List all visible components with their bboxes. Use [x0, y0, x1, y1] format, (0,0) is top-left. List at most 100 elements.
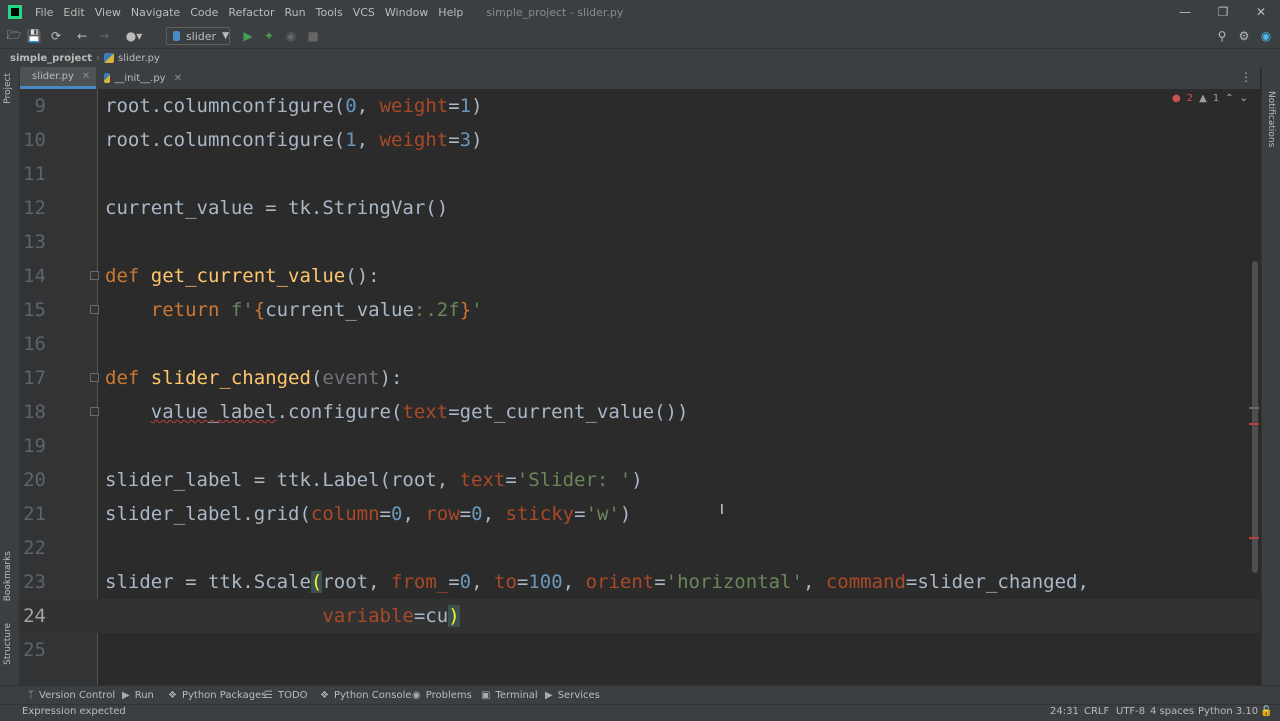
problems-tool[interactable]: ◉ Problems: [412, 686, 472, 705]
line-number: 23: [23, 571, 46, 593]
services-tool[interactable]: ▶ Services: [545, 686, 600, 705]
code-line[interactable]: slider_label.grid(column=0, row=0, stick…: [105, 497, 631, 531]
close-tab-icon[interactable]: ✕: [82, 71, 90, 82]
forward-arrow-icon[interactable]: →: [96, 28, 112, 44]
services-icon: ▶: [545, 690, 553, 701]
code-line[interactable]: variable=cu): [105, 599, 460, 633]
error-icon: ●: [1172, 93, 1181, 104]
line-number: 24: [23, 605, 46, 627]
fold-marker-icon[interactable]: [90, 373, 99, 382]
error-stripe-marker[interactable]: [1249, 537, 1259, 539]
file-encoding[interactable]: UTF-8: [1116, 706, 1145, 717]
code-line[interactable]: current_value = tk.StringVar(): [105, 191, 448, 225]
debug-icon[interactable]: ✦: [261, 28, 277, 44]
menu-edit[interactable]: Edit: [58, 6, 89, 19]
settings-gear-icon[interactable]: ⚙: [1236, 28, 1252, 44]
error-stripe-marker[interactable]: [1249, 423, 1259, 425]
chevron-down-icon[interactable]: ⌄: [1240, 93, 1248, 104]
python-interpreter[interactable]: Python 3.10: [1198, 706, 1258, 717]
line-number: 17: [23, 367, 46, 389]
mouse-ibeam-cursor-icon: I: [720, 503, 724, 518]
restore-icon[interactable]: ❐: [1204, 0, 1242, 24]
close-icon[interactable]: ✕: [1242, 0, 1280, 24]
menu-view[interactable]: View: [90, 6, 126, 19]
code-line[interactable]: root.columnconfigure(0, weight=1): [105, 89, 483, 123]
warning-count: 1: [1212, 93, 1220, 104]
todo-tool[interactable]: ☰ TODO: [264, 686, 308, 705]
sync-icon[interactable]: ⟳: [48, 28, 64, 44]
menu-help[interactable]: Help: [433, 6, 468, 19]
code-editor[interactable]: 9 root.columnconfigure(0, weight=1) 10 r…: [20, 89, 1260, 685]
console-icon: ❖: [320, 690, 329, 701]
caret-position[interactable]: 24:31: [1050, 706, 1079, 717]
tab-init-py[interactable]: __init__.py ✕: [96, 67, 190, 89]
minimize-icon[interactable]: —: [1166, 0, 1204, 24]
python-packages-tool[interactable]: ❖ Python Packages: [168, 686, 266, 705]
problems-icon: ◉: [412, 690, 421, 701]
user-icon[interactable]: ●▾: [126, 28, 143, 44]
project-tool-tab[interactable]: Project: [3, 73, 13, 104]
menu-navigate[interactable]: Navigate: [126, 6, 185, 19]
chevron-down-icon: ▼: [222, 31, 229, 41]
back-arrow-icon[interactable]: ←: [74, 28, 90, 44]
run-icon[interactable]: ▶: [240, 28, 256, 44]
lock-icon[interactable]: 🔓: [1260, 706, 1272, 717]
python-file-icon: [104, 53, 115, 63]
indent-setting[interactable]: 4 spaces: [1150, 706, 1194, 717]
right-tool-strip: Notifications: [1261, 67, 1280, 685]
menu-refactor[interactable]: Refactor: [223, 6, 279, 19]
code-line[interactable]: root.columnconfigure(1, weight=3): [105, 123, 483, 157]
code-line[interactable]: return f'{current_value:.2f}': [105, 293, 483, 327]
line-number: 25: [23, 639, 46, 661]
line-separator[interactable]: CRLF: [1084, 706, 1109, 717]
line-number: 9: [34, 95, 46, 117]
menu-window[interactable]: Window: [380, 6, 433, 19]
bookmarks-tool-tab[interactable]: Bookmarks: [3, 551, 13, 601]
run-config-selector[interactable]: slider ▼: [166, 27, 230, 45]
pycharm-logo-icon: [8, 5, 22, 19]
terminal-tool[interactable]: ▣ Terminal: [481, 686, 538, 705]
vertical-scrollbar[interactable]: [1252, 261, 1258, 573]
line-number: 13: [23, 231, 46, 253]
status-message: Expression expected: [22, 706, 126, 717]
fold-marker-icon[interactable]: [90, 271, 99, 280]
menu-vcs[interactable]: VCS: [348, 6, 380, 19]
open-folder-icon[interactable]: 🗁: [6, 28, 22, 44]
search-icon[interactable]: ⚲: [1214, 28, 1230, 44]
fold-marker-icon[interactable]: [90, 305, 99, 314]
chevron-up-icon[interactable]: ⌃: [1225, 93, 1233, 104]
version-control-tool[interactable]: ᛉ Version Control: [28, 686, 115, 705]
python-console-tool[interactable]: ❖ Python Console: [320, 686, 412, 705]
structure-tool-tab[interactable]: Structure: [3, 623, 13, 665]
menu-code[interactable]: Code: [185, 6, 223, 19]
title-bar: File Edit View Navigate Code Refactor Ru…: [0, 0, 1280, 24]
code-line[interactable]: def slider_changed(event):: [105, 361, 402, 395]
code-line[interactable]: slider_label = ttk.Label(root, text='Sli…: [105, 463, 643, 497]
tab-slider-py[interactable]: slider.py ✕: [20, 67, 96, 89]
jetbrains-ai-icon[interactable]: ◉: [1258, 28, 1274, 44]
menu-tools[interactable]: Tools: [311, 6, 348, 19]
run-tool[interactable]: ▶ Run: [122, 686, 154, 705]
fold-marker-icon[interactable]: [90, 407, 99, 416]
save-icon[interactable]: 💾: [26, 28, 42, 44]
inspection-widget[interactable]: ● 2 ▲ 1 ⌃ ⌄: [1172, 93, 1248, 104]
notifications-tool-tab[interactable]: Notifications: [1266, 91, 1276, 147]
breadcrumb-file[interactable]: slider.py: [104, 53, 160, 64]
code-line[interactable]: slider = ttk.Scale(root, from_=0, to=100…: [105, 565, 1089, 599]
close-tab-icon[interactable]: ✕: [174, 73, 182, 84]
breadcrumb-project[interactable]: simple_project: [10, 53, 92, 64]
line-number: 21: [23, 503, 46, 525]
menu-file[interactable]: File: [30, 6, 58, 19]
stop-icon[interactable]: ■: [305, 28, 321, 44]
python-icon: [173, 31, 180, 41]
menu-run[interactable]: Run: [280, 6, 311, 19]
code-line[interactable]: value_label.configure(text=get_current_v…: [105, 395, 689, 429]
window-title: simple_project - slider.py: [486, 5, 624, 19]
more-tabs-icon[interactable]: ⋮: [1240, 70, 1252, 84]
coverage-icon[interactable]: ◉: [283, 28, 299, 44]
code-line[interactable]: def get_current_value():: [105, 259, 380, 293]
scroll-marker[interactable]: [1249, 407, 1259, 409]
run-icon: ▶: [122, 690, 130, 701]
run-config-label: slider: [185, 29, 217, 43]
status-bar: Expression expected 24:31 CRLF UTF-8 4 s…: [0, 704, 1280, 721]
